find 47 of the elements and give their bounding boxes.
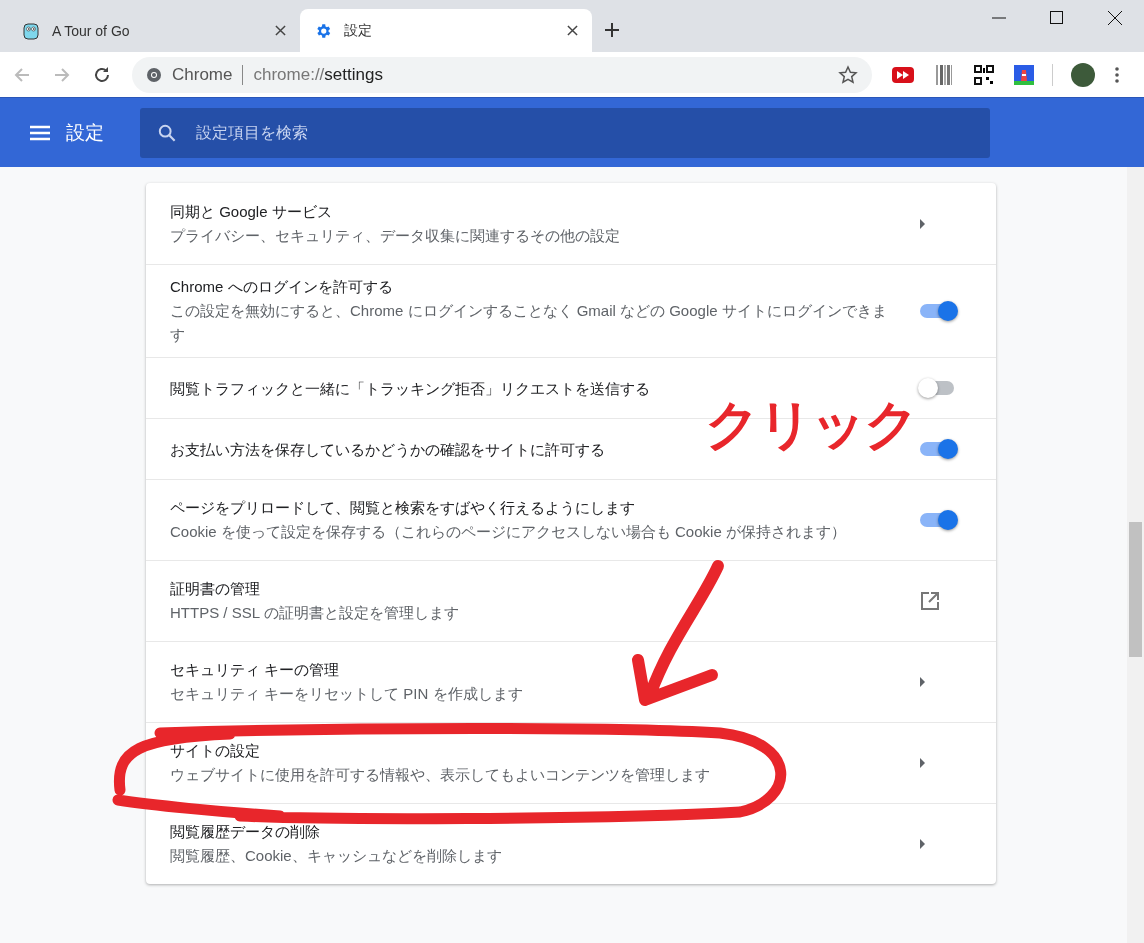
external-link-icon[interactable] [920,591,940,611]
address-bar[interactable]: Chrome chrome://settings [132,56,872,93]
search-field[interactable]: 設定項目を検索 [140,107,990,158]
browser-tab[interactable]: A Tour of Go [8,9,300,52]
menu-icon[interactable] [30,124,50,141]
handwritten-note: クリック [705,398,917,452]
setting-title: 同期と Google サービス [170,201,333,222]
close-icon[interactable] [1108,11,1122,25]
chrome-icon [146,66,162,83]
search-icon [158,123,176,142]
setting-description: ウェブサイトに使用を許可する情報や、表示してもよいコンテンツを管理します [170,765,711,785]
new-tab-icon[interactable] [604,22,620,38]
setting-title: サイトの設定 [170,741,261,761]
maximize-icon[interactable] [1050,11,1064,25]
setting-title: Chrome へのログインを許可する [170,277,394,297]
setting-title: 閲覧履歴データの削除 [170,822,321,842]
setting-description: プライバシー、セキュリティ、データ収集に関連するその他の設定 [170,225,621,246]
arrow-right-icon[interactable] [920,677,926,687]
url-text: chrome://settings [253,64,383,85]
lighthouse-icon[interactable] [1014,64,1034,85]
setting-description: HTTPS / SSL の証明書と設定を管理します [170,603,460,623]
site-label: Chrome [172,64,233,85]
setting-title: ページをプリロードして、閲覧と検索をすばやく行えるようにします [170,498,636,518]
star-icon[interactable] [838,64,858,85]
setting-title: 閲覧トラフィックと一緒に「トラッキング拒否」リクエストを送信する [170,378,651,399]
setting-title: お支払い方法を保存しているかどうかの確認をサイトに許可する [170,439,606,460]
profile-avatar[interactable] [1071,62,1095,87]
arrow-right-icon[interactable] [920,758,926,768]
fast-forward-icon[interactable] [892,66,914,83]
setting-description: 閲覧履歴、Cookie、キャッシュなどを削除します [170,846,503,866]
arrow-right-icon[interactable] [920,839,926,849]
browser-tab[interactable]: 設定 [300,9,592,52]
arrow-right-icon[interactable] [920,218,926,229]
setting-description: Cookie を使って設定を保存する（これらのページにアクセスしない場合も Cookie が保持されます） [170,522,847,542]
gopher-icon [22,21,40,40]
scrollbar[interactable] [1127,167,1144,943]
barcode-icon[interactable] [934,64,954,85]
setting-title: セキュリティ キーの管理 [170,660,341,680]
close-icon[interactable] [275,25,286,36]
page-title: 設定 [66,120,104,145]
setting-title: 証明書の管理 [170,579,261,599]
setting-description: セキュリティ キーをリセットして PIN を作成します [170,684,524,704]
toggle-switch[interactable] [920,381,954,395]
qr-code-icon[interactable] [974,64,994,85]
more-menu-icon[interactable] [1115,66,1119,83]
setting-description: この設定を無効にすると、Chrome にログインすることなく Gmail などの Google サイトにログインできます [170,301,888,345]
close-icon[interactable] [567,25,578,36]
